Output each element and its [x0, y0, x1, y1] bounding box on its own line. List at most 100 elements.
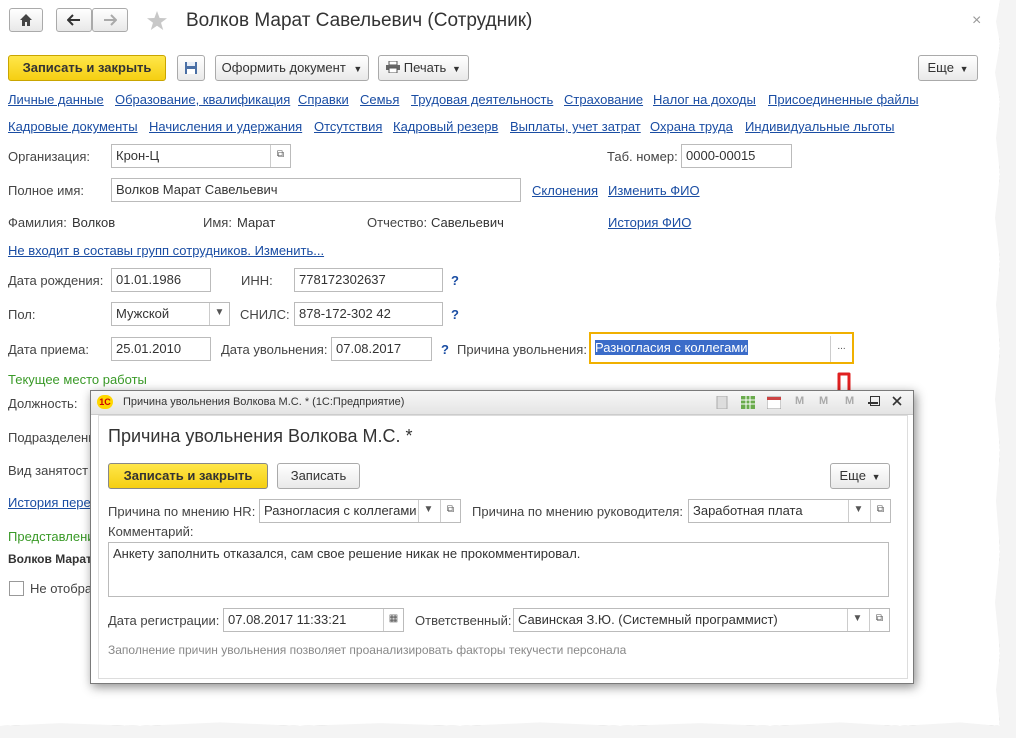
groups-link[interactable]: Не входит в составы групп сотрудников. И…: [8, 243, 324, 258]
page-title: Волков Марат Савельевич (Сотрудник): [186, 10, 533, 31]
gender-value: Мужской: [116, 306, 170, 321]
calendar-icon[interactable]: [767, 396, 781, 409]
chevron-down-icon[interactable]: ▼: [847, 609, 867, 631]
hr-reason-select[interactable]: Разногласия с коллегами ▼ ⧉: [259, 499, 461, 523]
tab-hr-documents[interactable]: Кадровые документы: [8, 119, 138, 134]
reason-field[interactable]: Разногласия с коллегами ...: [589, 332, 854, 364]
surname-label: Фамилия:: [8, 215, 67, 230]
tab-number-field[interactable]: 0000-00015: [681, 144, 792, 168]
help-icon[interactable]: ?: [451, 273, 459, 288]
memory-m-plus-icon[interactable]: M: [819, 395, 828, 407]
comment-textarea[interactable]: Анкету заполнить отказался, сам свое реш…: [108, 542, 889, 597]
declensions-link[interactable]: Склонения: [532, 183, 598, 198]
tab-insurance[interactable]: Страхование: [564, 92, 643, 107]
dismiss-field[interactable]: 07.08.2017: [331, 337, 432, 361]
1c-logo-icon: 1С: [97, 395, 113, 409]
help-icon[interactable]: ?: [451, 307, 459, 322]
print-button[interactable]: Печать ▼: [378, 55, 469, 81]
hire-field[interactable]: 25.01.2010: [111, 337, 211, 361]
tab-payments[interactable]: Выплаты, учет затрат: [510, 119, 641, 134]
maximize-icon[interactable]: [870, 396, 880, 406]
dialog-window-title: Причина увольнения Волкова М.С. * (1С:Пр…: [123, 396, 405, 408]
tab-personal[interactable]: Личные данные: [8, 92, 104, 107]
tab-education[interactable]: Образование, квалификация: [115, 92, 290, 107]
fullname-field[interactable]: Волков Марат Савельевич: [111, 178, 521, 202]
chevron-down-icon: ▼: [871, 472, 881, 482]
back-button[interactable]: [56, 8, 92, 32]
star-icon[interactable]: [146, 10, 168, 32]
open-icon[interactable]: ⧉: [440, 500, 460, 522]
reg-date-field[interactable]: 07.08.2017 11:33:21 ▦: [223, 608, 404, 632]
open-icon[interactable]: ⧉: [870, 500, 890, 522]
chevron-down-icon: ▼: [451, 64, 461, 74]
tab-reserve[interactable]: Кадровый резерв: [393, 119, 498, 134]
more-button[interactable]: Еще ▼: [918, 55, 978, 81]
change-fio-link[interactable]: Изменить ФИО: [608, 183, 700, 198]
spreadsheet-icon[interactable]: [741, 396, 755, 409]
tab-accruals[interactable]: Начисления и удержания: [149, 119, 302, 134]
chevron-down-icon[interactable]: ▼: [418, 500, 438, 522]
tab-income-tax[interactable]: Налог на доходы: [653, 92, 756, 107]
open-icon[interactable]: ⧉: [869, 609, 889, 631]
chevron-down-icon: ▼: [959, 64, 969, 74]
forward-button[interactable]: [92, 8, 128, 32]
tab-work-activity[interactable]: Трудовая деятельность: [411, 92, 553, 107]
org-value: Крон-Ц: [116, 148, 160, 163]
print-preview-icon[interactable]: [715, 396, 729, 409]
name-label: Имя:: [203, 215, 232, 230]
hire-label: Дата приема:: [8, 342, 89, 357]
gender-select[interactable]: Мужской ▼: [111, 302, 230, 326]
main-window: Волков Марат Савельевич (Сотрудник) × За…: [0, 0, 1000, 726]
birth-field[interactable]: 01.01.1986: [111, 268, 211, 292]
tab-attached-files[interactable]: Присоединенные файлы: [768, 92, 919, 107]
make-document-button[interactable]: Оформить документ ▼: [215, 55, 369, 81]
chevron-down-icon[interactable]: ▼: [848, 500, 868, 522]
dialog-more-button[interactable]: Еще ▼: [830, 463, 890, 489]
dialog-more-label: Еще: [839, 468, 866, 483]
tab-absences[interactable]: Отсутствия: [314, 119, 382, 134]
dialog-save-button[interactable]: Записать: [277, 463, 360, 489]
snils-field[interactable]: 878-172-302 42: [294, 302, 443, 326]
help-icon[interactable]: ?: [441, 342, 449, 357]
save-close-button[interactable]: Записать и закрыть: [8, 55, 166, 81]
chevron-down-icon: ▼: [353, 64, 363, 74]
mgr-reason-select[interactable]: Заработная плата ▼ ⧉: [688, 499, 891, 523]
tab-labor-protection[interactable]: Охрана труда: [650, 119, 733, 134]
org-field[interactable]: Крон-Ц ⧉: [111, 144, 291, 168]
fio-history-link[interactable]: История ФИО: [608, 215, 691, 230]
save-disk-button[interactable]: [177, 55, 205, 81]
not-show-label: Не отобра: [30, 581, 93, 596]
surname-value: Волков: [72, 215, 116, 230]
dialog-save-close-button[interactable]: Записать и закрыть: [108, 463, 268, 489]
reason-value: Разногласия с коллегами: [595, 340, 748, 355]
name-value: Марат: [237, 215, 276, 230]
employment-label: Вид занятост: [8, 463, 89, 478]
printer-icon: [386, 60, 401, 74]
dismissal-reason-dialog: 1С Причина увольнения Волкова М.С. * (1С…: [90, 390, 914, 684]
snils-label: СНИЛС:: [240, 307, 290, 322]
tab-certificates[interactable]: Справки: [298, 92, 349, 107]
home-button[interactable]: [9, 8, 43, 32]
reason-label: Причина увольнения:: [457, 342, 587, 357]
inn-field[interactable]: 778172302637: [294, 268, 443, 292]
dialog-heading: Причина увольнения Волкова М.С. *: [108, 426, 413, 446]
tab-benefits[interactable]: Индивидуальные льготы: [745, 119, 895, 134]
back-arrow-icon: [66, 14, 80, 26]
open-icon[interactable]: ⧉: [270, 145, 290, 167]
select-ellipsis-button[interactable]: ...: [830, 336, 852, 362]
memory-m-icon[interactable]: M: [795, 395, 804, 407]
birth-label: Дата рождения:: [8, 273, 104, 288]
history-link[interactable]: История пере: [8, 495, 91, 510]
not-show-checkbox[interactable]: [9, 581, 24, 596]
department-label: Подразделени: [8, 430, 96, 445]
close-icon[interactable]: [892, 396, 902, 406]
chevron-down-icon[interactable]: ▼: [209, 303, 229, 325]
responsible-value: Савинская З.Ю. (Системный программист): [518, 612, 778, 627]
tab-family[interactable]: Семья: [360, 92, 399, 107]
calendar-icon[interactable]: ▦: [383, 609, 403, 631]
responsible-select[interactable]: Савинская З.Ю. (Системный программист) ▼…: [513, 608, 890, 632]
close-icon[interactable]: ×: [972, 12, 981, 30]
floppy-icon: [185, 62, 197, 74]
memory-m-minus-icon[interactable]: M: [845, 395, 854, 407]
more-label: Еще: [927, 60, 954, 75]
